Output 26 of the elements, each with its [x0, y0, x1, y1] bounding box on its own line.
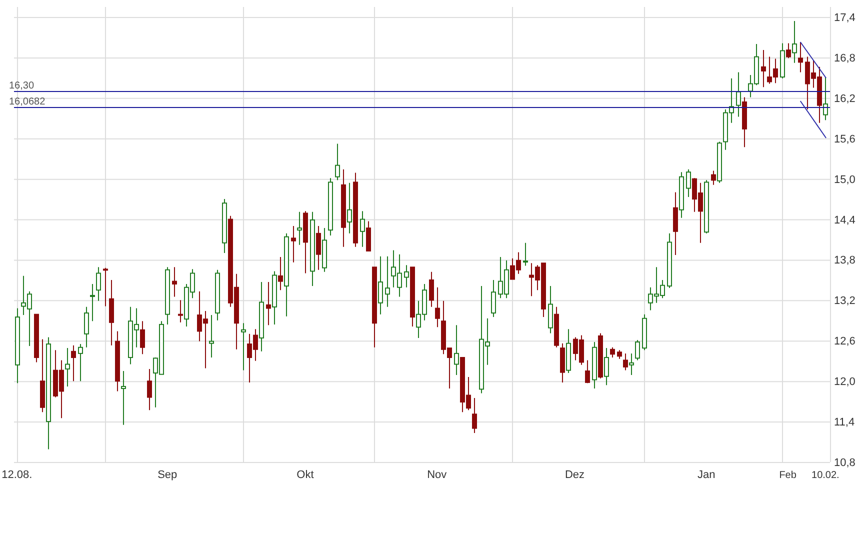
candlestick — [642, 314, 647, 351]
y-axis-label: 10,8 — [834, 457, 856, 469]
x-axis-label: Sep — [158, 469, 178, 481]
price-level-label: 16,0682 — [9, 96, 46, 108]
x-axis-label: 10.02. — [812, 470, 840, 481]
y-axis-label: 13,8 — [834, 254, 856, 267]
candlestick — [172, 266, 177, 298]
y-axis-label: 11,4 — [834, 416, 855, 429]
y-axis-label: 15,6 — [834, 133, 856, 146]
y-axis-label: 15,0 — [834, 174, 856, 186]
x-axis-label: Nov — [427, 469, 447, 481]
x-axis-label: Dez — [564, 469, 585, 481]
y-axis-label: 12,0 — [834, 376, 856, 388]
y-axis-label: 16,8 — [834, 52, 856, 64]
y-axis-label: 13,2 — [834, 295, 856, 308]
y-axis-label: 17,4 — [834, 12, 856, 24]
trend-line — [800, 100, 827, 138]
x-axis-label: Feb — [779, 470, 796, 481]
x-axis-label: Jan — [697, 469, 716, 481]
y-axis-label: 14,4 — [834, 214, 856, 226]
y-axis-label: 16,2 — [834, 92, 856, 105]
price-level-label: 16,30 — [9, 80, 34, 92]
x-axis-label: 12.08. — [2, 469, 32, 481]
trend-line — [800, 42, 827, 78]
y-axis-label: 12,6 — [834, 336, 856, 348]
x-axis-label: Okt — [296, 469, 314, 481]
